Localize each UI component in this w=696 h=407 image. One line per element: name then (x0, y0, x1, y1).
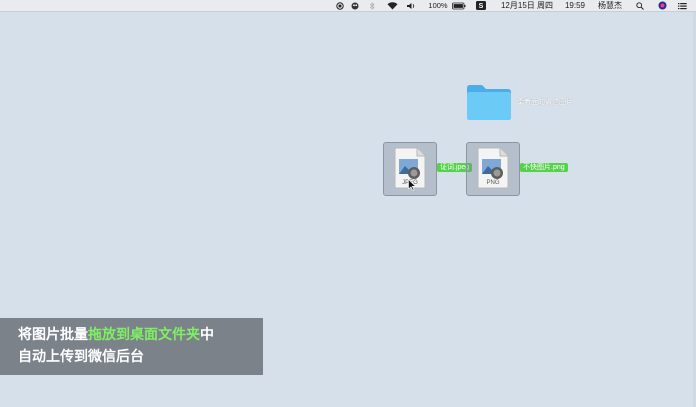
menu-bar: 100% S 12月15日 周四 19:59 杨慧杰 (0, 0, 696, 12)
svg-text:S: S (479, 3, 484, 10)
menubar-user[interactable]: 杨慧杰 (594, 0, 626, 11)
list-icon[interactable] (676, 0, 688, 11)
caption-text: 中 (200, 327, 214, 343)
s-app-icon[interactable]: S (475, 0, 487, 11)
caption-line-2: 自动上传到微信后台 (18, 349, 144, 365)
caption-box: 将图片批量拖放到桌面文件夹中 自动上传到微信后台 (0, 318, 263, 375)
folder-icon[interactable] (465, 83, 513, 121)
app-icon[interactable] (350, 0, 360, 11)
siri-icon[interactable] (656, 0, 668, 11)
file2-label[interactable]: 不快图片.png (520, 163, 568, 172)
battery-percent: 100% (428, 1, 448, 10)
battery-icon[interactable] (451, 0, 467, 11)
file-extension: PNG (486, 180, 500, 186)
bluetooth-icon[interactable] (368, 0, 376, 11)
caption-line-1: 将图片批量拖放到桌面文件夹中 (18, 324, 263, 346)
file-item-png[interactable]: PNG (466, 142, 520, 196)
cursor-icon (408, 178, 417, 191)
folder-label[interactable]: 牵着面的微信图片 (517, 97, 573, 107)
menubar-time[interactable]: 19:59 (562, 0, 588, 11)
wifi-icon[interactable] (385, 0, 399, 11)
volume-icon[interactable] (405, 0, 417, 11)
record-icon[interactable] (335, 0, 345, 11)
menubar-date[interactable]: 12月15日 周四 (496, 0, 558, 11)
caption-text: 将图片批量 (18, 327, 88, 343)
search-icon[interactable] (634, 0, 646, 11)
caption-highlight: 拖放到桌面文件夹 (88, 327, 200, 343)
